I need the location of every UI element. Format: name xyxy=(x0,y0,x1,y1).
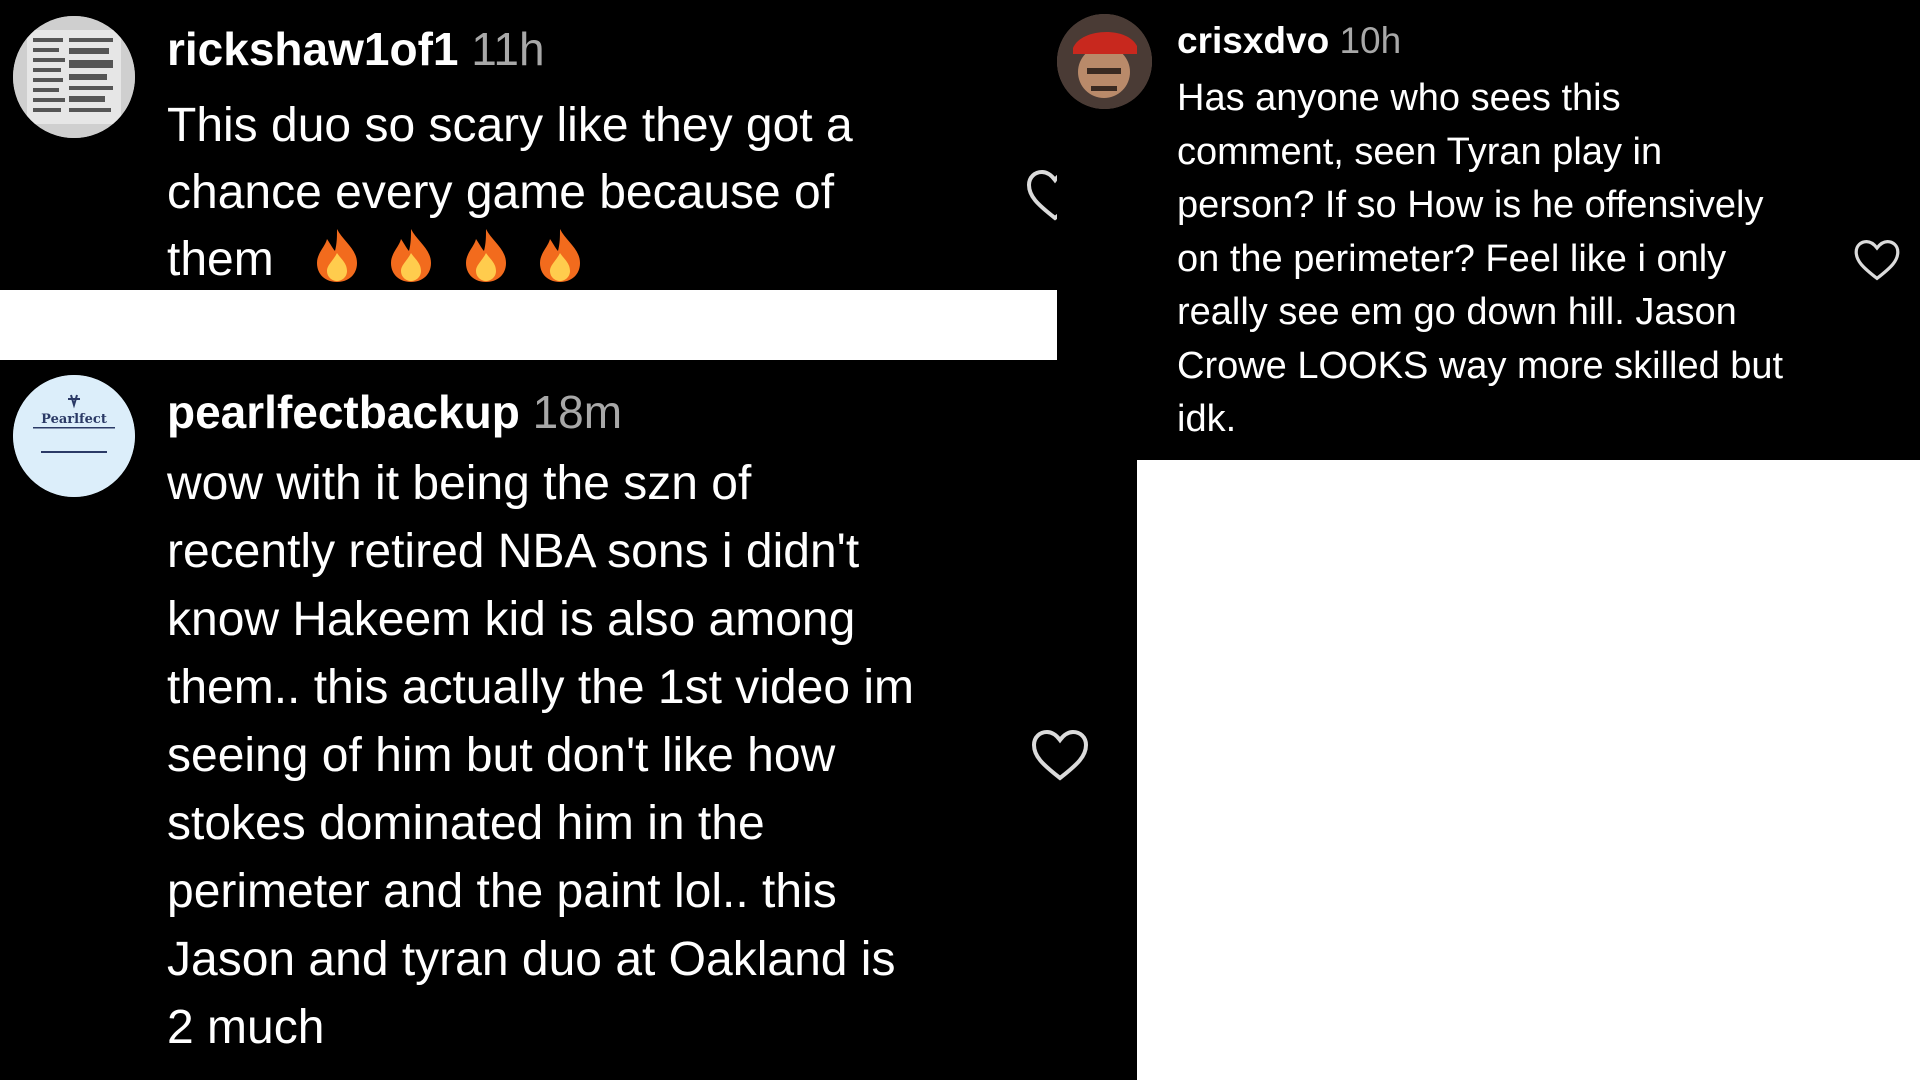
heart-outline-icon[interactable] xyxy=(1025,168,1057,221)
timestamp[interactable]: 10h xyxy=(1339,20,1401,61)
avatar[interactable] xyxy=(13,16,135,138)
fire-emoji xyxy=(536,227,584,288)
heart-outline-icon[interactable] xyxy=(1030,728,1090,782)
username[interactable]: rickshaw1of1 xyxy=(167,23,458,75)
comment-rickshaw1of1: rickshaw1of1 11h This duo so scary like … xyxy=(0,0,1057,290)
avatar-brand-text: Pearlfect xyxy=(41,412,107,427)
comment-body: wow with it being the szn of recently re… xyxy=(167,457,914,1054)
avatar-pearlfectbackup-icon xyxy=(13,375,135,497)
timestamp[interactable]: 18m xyxy=(533,386,622,438)
comment-header: pearlfectbackup 18m xyxy=(167,385,622,439)
fire-emoji xyxy=(387,227,435,288)
fire-emoji xyxy=(313,227,361,288)
avatar[interactable] xyxy=(1057,14,1152,109)
comment-header: rickshaw1of1 11h xyxy=(167,22,545,76)
username[interactable]: crisxdvo xyxy=(1177,20,1329,61)
timestamp[interactable]: 11h xyxy=(471,23,544,75)
avatar-rickshaw1of1-icon xyxy=(13,16,135,138)
avatar[interactable]: Pearlfect xyxy=(13,375,135,497)
avatar-crisxdvo-icon xyxy=(1057,14,1152,109)
comment-pearlfectbackup: Pearlfect pearlfectbackup 18m wow with i… xyxy=(0,360,1137,1080)
comment-body: Has anyone who sees this comment, seen T… xyxy=(1177,77,1784,440)
fire-emoji-row xyxy=(313,227,606,287)
comment-crisxdvo: crisxdvo 10h Has anyone who sees this co… xyxy=(1057,0,1920,460)
username[interactable]: pearlfectbackup xyxy=(167,386,520,438)
heart-outline-icon[interactable] xyxy=(1853,238,1901,282)
comment-header: crisxdvo 10h xyxy=(1177,20,1401,62)
fire-emoji xyxy=(462,227,510,288)
